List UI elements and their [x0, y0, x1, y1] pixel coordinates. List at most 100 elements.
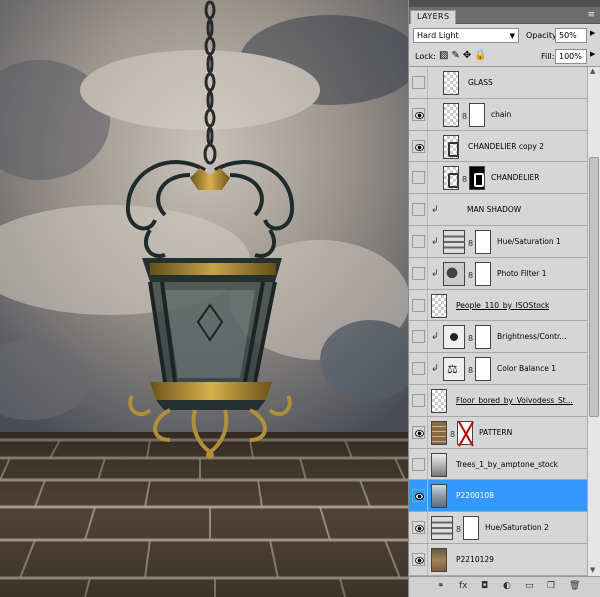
visibility-eye-icon[interactable]: [412, 298, 425, 312]
layer-list-scrollbar[interactable]: ▲ ▼: [587, 67, 600, 576]
visibility-eye-icon[interactable]: [412, 266, 425, 280]
layer-row[interactable]: People_110_by_ISOStock: [409, 289, 587, 322]
visibility-eye-icon[interactable]: [412, 139, 425, 153]
layer-name[interactable]: Hue/Saturation 1: [497, 237, 561, 246]
layer-name[interactable]: P2210129: [456, 555, 494, 564]
new-layer-icon[interactable]: ❐: [547, 581, 555, 591]
opacity-slider-icon[interactable]: ▶: [590, 29, 595, 37]
mask-link-icon[interactable]: 8: [456, 525, 461, 534]
visibility-eye-icon[interactable]: [412, 393, 425, 407]
layer-mask-thumbnail[interactable]: [457, 420, 473, 445]
layer-name[interactable]: MAN SHADOW: [467, 205, 521, 214]
mask-link-icon[interactable]: 8: [450, 430, 455, 439]
layer-row[interactable]: ↲ MAN SHADOW: [409, 194, 587, 226]
layer-name[interactable]: Floor_bored_by_Voivodess_St...: [456, 396, 573, 405]
layer-row[interactable]: CHANDELIER copy 2: [409, 130, 587, 163]
layer-thumbnail[interactable]: [443, 229, 465, 254]
layer-thumbnail[interactable]: [443, 261, 465, 286]
visibility-eye-icon[interactable]: [412, 107, 425, 121]
mask-link-icon[interactable]: 8: [468, 271, 473, 280]
visibility-eye-icon[interactable]: [412, 330, 425, 344]
layer-thumbnail[interactable]: [431, 452, 447, 477]
fill-input[interactable]: 100%: [555, 49, 587, 64]
layer-row[interactable]: 8 CHANDELIER: [409, 162, 587, 195]
visibility-eye-icon[interactable]: [412, 552, 425, 566]
layer-thumbnail[interactable]: [443, 71, 459, 95]
layer-row[interactable]: 8 PATTERN: [409, 416, 587, 449]
layer-name[interactable]: P2200108: [456, 491, 494, 500]
mask-link-icon[interactable]: 8: [468, 334, 473, 343]
layer-thumbnail[interactable]: [431, 420, 447, 445]
layer-name[interactable]: GLASS: [468, 78, 493, 87]
scrollbar-thumb[interactable]: [589, 157, 599, 417]
layer-mask-thumbnail[interactable]: [475, 357, 491, 382]
fill-slider-icon[interactable]: ▶: [590, 50, 595, 58]
layer-mask-thumbnail[interactable]: [463, 516, 479, 541]
layer-row[interactable]: ↲ 8 Hue/Saturation 1: [409, 225, 587, 258]
scroll-down-icon[interactable]: ▼: [590, 566, 595, 574]
layer-row[interactable]: GLASS: [409, 67, 587, 99]
layer-mask-thumbnail[interactable]: [469, 166, 485, 191]
layer-row[interactable]: ↲ 8 Color Balance 1: [409, 353, 587, 385]
trash-icon[interactable]: 🗑: [569, 581, 580, 591]
visibility-eye-icon[interactable]: [412, 171, 425, 185]
opacity-input[interactable]: 50%: [555, 28, 587, 43]
layer-name[interactable]: Brightness/Contr...: [497, 332, 567, 341]
layer-thumbnail[interactable]: [443, 357, 465, 382]
adjustment-icon[interactable]: ◐: [503, 581, 511, 591]
layer-mask-thumbnail[interactable]: [475, 229, 491, 254]
visibility-eye-icon[interactable]: [412, 234, 425, 248]
layer-row[interactable]: ↲ 8 Brightness/Contr...: [409, 321, 587, 354]
mask-link-icon[interactable]: 8: [462, 175, 467, 184]
layer-row[interactable]: 8 chain: [409, 98, 587, 131]
visibility-eye-icon[interactable]: [412, 76, 425, 89]
link-layers-icon[interactable]: ⚭: [437, 581, 445, 591]
layer-row[interactable]: 8 Hue/Saturation 2: [409, 512, 587, 544]
scroll-up-icon[interactable]: ▲: [590, 67, 595, 75]
layer-name[interactable]: chain: [491, 110, 511, 119]
add-mask-icon[interactable]: ◘: [481, 581, 488, 591]
layer-name[interactable]: Trees_1_by_amptone_stock: [456, 460, 558, 469]
visibility-eye-icon[interactable]: [412, 457, 425, 471]
layer-mask-thumbnail[interactable]: [475, 261, 491, 286]
layer-row[interactable]: Trees_1_by_amptone_stock: [409, 448, 587, 481]
layer-name[interactable]: PATTERN: [479, 428, 512, 437]
mask-link-icon[interactable]: 8: [468, 239, 473, 248]
panel-menu-icon[interactable]: ≡: [587, 10, 595, 20]
layer-thumbnail[interactable]: [443, 102, 459, 127]
lock-pixels-icon[interactable]: ✎: [451, 50, 462, 61]
layer-name[interactable]: Photo Filter 1: [497, 269, 547, 278]
mask-link-icon[interactable]: 8: [462, 112, 467, 121]
layer-thumbnail[interactable]: [431, 388, 447, 413]
layer-thumbnail[interactable]: [431, 516, 453, 541]
layer-name[interactable]: People_110_by_ISOStock: [456, 301, 549, 310]
blend-mode-select[interactable]: Hard Light ▼: [413, 28, 519, 43]
layer-name[interactable]: Color Balance 1: [497, 364, 556, 373]
layer-thumbnail[interactable]: [431, 293, 447, 318]
layer-thumbnail[interactable]: [443, 166, 459, 191]
layer-thumbnail[interactable]: [431, 547, 447, 572]
group-icon[interactable]: ▭: [525, 581, 534, 591]
visibility-eye-icon[interactable]: [412, 203, 425, 217]
layer-thumbnail[interactable]: [431, 484, 447, 509]
visibility-eye-icon[interactable]: [412, 362, 425, 376]
layer-thumbnail[interactable]: [443, 325, 465, 350]
layer-row[interactable]: P2210129: [409, 543, 587, 576]
lock-transparency-icon[interactable]: ▨: [439, 50, 451, 61]
layer-name[interactable]: Hue/Saturation 2: [485, 523, 549, 532]
layer-thumbnail[interactable]: [443, 134, 459, 159]
tab-layers[interactable]: LAYERS: [410, 10, 457, 24]
visibility-eye-icon[interactable]: [412, 425, 425, 439]
mask-link-icon[interactable]: 8: [468, 366, 473, 375]
layer-mask-thumbnail[interactable]: [475, 325, 491, 350]
visibility-eye-icon[interactable]: [412, 489, 425, 503]
document-canvas[interactable]: [0, 0, 408, 597]
layer-name[interactable]: CHANDELIER: [491, 173, 539, 182]
layer-row[interactable]: Floor_bored_by_Voivodess_St...: [409, 384, 587, 417]
layer-name[interactable]: CHANDELIER copy 2: [468, 142, 544, 151]
layer-row[interactable]: P2200108: [409, 480, 587, 513]
lock-all-icon[interactable]: 🔒: [474, 50, 489, 61]
layer-row[interactable]: ↲ 8 Photo Filter 1: [409, 257, 587, 290]
fx-icon[interactable]: fx: [459, 581, 468, 591]
panel-collapse-icon[interactable]: » ×: [585, 0, 597, 1]
